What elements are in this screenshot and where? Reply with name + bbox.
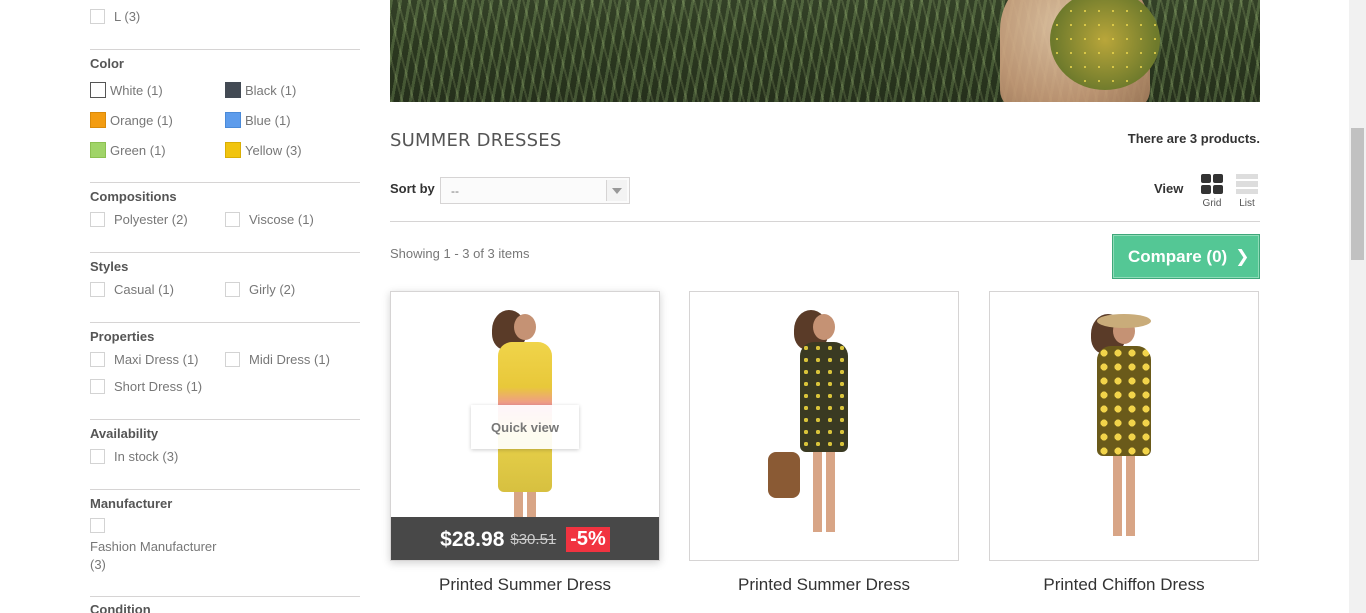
divider	[90, 596, 360, 597]
filter-styles-title: Styles	[90, 259, 129, 274]
showing-items-text: Showing 1 - 3 of 3 items	[390, 246, 530, 261]
product-name[interactable]: Printed Summer Dress	[689, 575, 959, 595]
filter-manufacturer-checkbox[interactable]	[90, 518, 114, 533]
filter-color-black[interactable]: Black (1)	[225, 82, 296, 98]
divider	[90, 322, 360, 323]
product-card[interactable]: Printed Chiffon Dress	[989, 291, 1259, 613]
checkbox[interactable]	[90, 212, 105, 227]
product-card[interactable]: Printed Summer Dress	[689, 291, 959, 613]
product-image[interactable]: Quick view $28.98 $30.51 -5%	[390, 291, 660, 561]
filter-color-title: Color	[90, 56, 124, 71]
product-image[interactable]	[689, 291, 959, 561]
model-figure	[1091, 314, 1151, 536]
price-bar: $28.98 $30.51 -5%	[391, 517, 659, 560]
category-title: SUMMER DRESSES	[390, 130, 562, 151]
filter-color-yellow[interactable]: Yellow (3)	[225, 142, 302, 158]
grid-icon	[1201, 174, 1223, 194]
category-banner-image	[390, 0, 1260, 102]
vertical-scrollbar[interactable]	[1349, 0, 1366, 613]
filter-color-green[interactable]: Green (1)	[90, 142, 166, 158]
scrollbar-thumb[interactable]	[1351, 128, 1364, 260]
filter-style-casual[interactable]: Casual (1)	[90, 282, 174, 297]
filter-color-orange[interactable]: Orange (1)	[90, 112, 173, 128]
color-swatch[interactable]	[90, 82, 106, 98]
checkbox[interactable]	[90, 352, 105, 367]
sort-select[interactable]: --	[440, 177, 630, 204]
checkbox[interactable]	[90, 379, 105, 394]
chevron-down-icon[interactable]	[606, 180, 627, 201]
sort-value: --	[451, 184, 459, 198]
view-grid-label: Grid	[1202, 198, 1222, 209]
view-list-button[interactable]: List	[1232, 174, 1262, 209]
checkbox[interactable]	[225, 282, 240, 297]
filter-condition-title: Condition	[90, 602, 151, 613]
divider	[90, 182, 360, 183]
divider	[90, 49, 360, 50]
list-icon	[1236, 174, 1258, 194]
filter-availability-in-stock[interactable]: In stock (3)	[90, 449, 178, 464]
color-swatch[interactable]	[90, 142, 106, 158]
filter-color-white[interactable]: White (1)	[90, 82, 163, 98]
filter-composition-viscose[interactable]: Viscose (1)	[225, 212, 314, 227]
view-grid-button[interactable]: Grid	[1197, 174, 1227, 209]
hat-icon	[1097, 314, 1151, 328]
color-swatch[interactable]	[225, 112, 241, 128]
filter-property-midi[interactable]: Midi Dress (1)	[225, 352, 330, 367]
filter-properties-title: Properties	[90, 329, 155, 344]
filter-sidebar: L (3) Color White (1) Black (1) Orange (…	[90, 0, 360, 613]
checkbox[interactable]	[225, 352, 240, 367]
checkbox[interactable]	[90, 518, 105, 533]
filter-style-girly[interactable]: Girly (2)	[225, 282, 295, 297]
checkbox[interactable]	[90, 9, 105, 24]
product-card[interactable]: Quick view $28.98 $30.51 -5% Printed Sum…	[390, 291, 660, 613]
filter-compositions-title: Compositions	[90, 189, 177, 204]
compare-label: Compare (0)	[1128, 246, 1228, 266]
product-name[interactable]: Printed Summer Dress	[390, 575, 660, 595]
divider	[90, 252, 360, 253]
view-list-label: List	[1239, 198, 1255, 209]
chevron-right-icon: ❯	[1235, 246, 1250, 266]
filter-availability-title: Availability	[90, 426, 159, 441]
divider	[90, 419, 360, 420]
filter-composition-polyester[interactable]: Polyester (2)	[90, 212, 188, 227]
product-name[interactable]: Printed Chiffon Dress	[989, 575, 1259, 595]
checkbox[interactable]	[225, 212, 240, 227]
filter-size-l[interactable]: L (3)	[90, 9, 140, 24]
checkbox[interactable]	[90, 282, 105, 297]
product-price: $28.98	[440, 527, 505, 551]
compare-button[interactable]: Compare (0) ❯	[1112, 234, 1260, 279]
divider	[90, 489, 360, 490]
filter-manufacturer-label[interactable]: Fashion Manufacturer	[90, 539, 216, 554]
checkbox[interactable]	[90, 449, 105, 464]
product-count: There are 3 products.	[1127, 131, 1260, 146]
quick-view-button[interactable]: Quick view	[471, 405, 579, 449]
view-label: View	[1154, 181, 1184, 196]
filter-property-short[interactable]: Short Dress (1)	[90, 379, 202, 394]
discount-badge: -5%	[566, 527, 610, 552]
sort-label: Sort by	[390, 181, 435, 196]
color-swatch[interactable]	[225, 142, 241, 158]
product-image[interactable]	[989, 291, 1259, 561]
color-swatch[interactable]	[225, 82, 241, 98]
handbag-icon	[768, 452, 800, 498]
filter-property-maxi[interactable]: Maxi Dress (1)	[90, 352, 199, 367]
old-price: $30.51	[510, 531, 557, 548]
filter-color-blue[interactable]: Blue (1)	[225, 112, 291, 128]
color-swatch[interactable]	[90, 112, 106, 128]
model-figure	[794, 310, 848, 532]
filter-manufacturer-count: (3)	[90, 557, 106, 572]
filter-manufacturer-title: Manufacturer	[90, 496, 173, 511]
divider	[390, 221, 1260, 222]
